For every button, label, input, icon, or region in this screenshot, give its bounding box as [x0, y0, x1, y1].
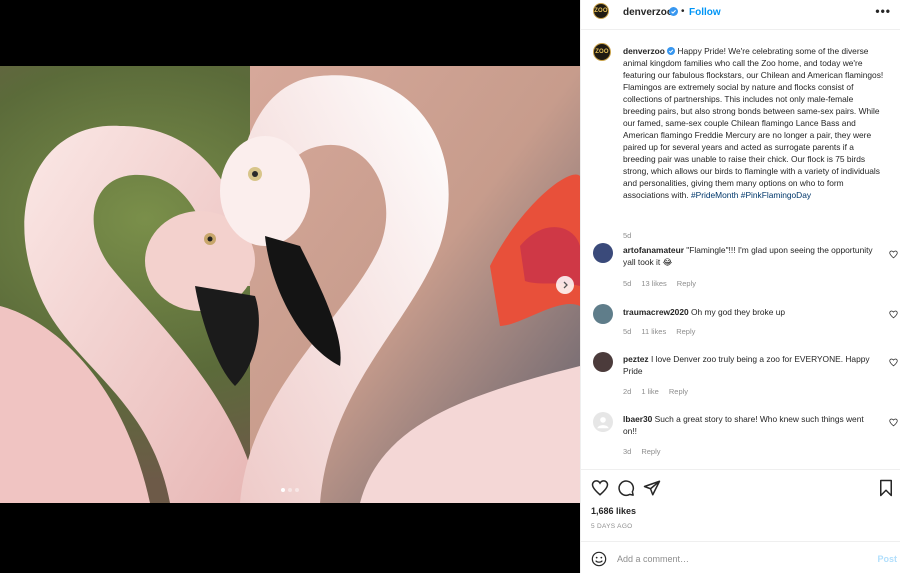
bookmark-icon[interactable] — [877, 479, 895, 497]
comment-input[interactable] — [617, 550, 857, 568]
add-comment-bar: Post — [581, 541, 900, 573]
carousel-dot — [281, 488, 285, 492]
next-image-button[interactable] — [556, 276, 574, 294]
more-options-button[interactable]: ••• — [875, 4, 891, 18]
comment-likes[interactable]: 1 like — [641, 387, 659, 396]
comment-body: I love Denver zoo truly being a zoo for … — [623, 354, 870, 376]
comment-text: peztez I love Denver zoo truly being a z… — [623, 353, 875, 377]
comment-text: traumacrew2020 Oh my god they broke up — [623, 306, 875, 318]
like-comment-heart-icon[interactable] — [889, 310, 898, 319]
reply-button[interactable]: Reply — [669, 387, 688, 396]
caption-body: Happy Pride! We're celebrating some of t… — [623, 46, 884, 200]
likes-count[interactable]: 1,686 likes — [591, 506, 636, 516]
reply-button[interactable]: Reply — [676, 327, 695, 336]
caption-username[interactable]: denverzoo — [623, 46, 665, 56]
comment-username[interactable]: peztez — [623, 354, 649, 364]
comment-text: artofanamateur "Flamingle"!!! I'm glad u… — [623, 244, 875, 268]
avatar[interactable] — [593, 352, 613, 372]
caption-hashtags[interactable]: #PrideMonth #PinkFlamingoDay — [691, 190, 811, 200]
default-user-icon — [597, 417, 609, 429]
chevron-right-icon — [563, 281, 568, 289]
carousel-indicator — [0, 488, 580, 492]
comment-likes[interactable]: 13 likes — [641, 279, 666, 288]
post-image[interactable] — [0, 66, 580, 503]
post-actions — [581, 476, 900, 500]
comment-meta: 2d 1 like Reply — [623, 387, 688, 396]
avatar[interactable]: ZOO — [593, 43, 611, 61]
media-panel — [0, 0, 580, 573]
post-comment-button[interactable]: Post — [877, 554, 897, 564]
carousel-dot — [288, 488, 292, 492]
comment-time: 5d — [623, 327, 632, 336]
comment-meta: 5d 11 likes Reply — [623, 327, 695, 336]
comment-username[interactable]: traumacrew2020 — [623, 307, 689, 317]
post-header: ZOO denverzoo • Follow ••• — [581, 0, 900, 30]
post-timestamp: 5 DAYS AGO — [591, 523, 633, 530]
follow-button[interactable]: Follow — [689, 7, 721, 18]
comment-username[interactable]: artofanamateur — [623, 245, 684, 255]
avatar-logo-text: ZOO — [595, 49, 609, 55]
caption-meta: 5d — [623, 231, 631, 240]
comment-meta: 3d Reply — [623, 447, 661, 456]
post-username[interactable]: denverzoo — [623, 7, 673, 18]
separator-dot: • — [681, 6, 685, 17]
like-comment-heart-icon[interactable] — [889, 358, 898, 367]
emoji-icon[interactable] — [591, 551, 607, 567]
like-comment-heart-icon[interactable] — [889, 418, 898, 427]
caption-time: 5d — [623, 231, 632, 240]
avatar[interactable]: ZOO — [593, 3, 609, 19]
comment-likes[interactable]: 11 likes — [641, 327, 666, 336]
caption-text: denverzoo Happy Pride! We're celebrating… — [623, 45, 887, 201]
comment-meta: 5d 13 likes Reply — [623, 279, 696, 288]
reply-button[interactable]: Reply — [677, 279, 696, 288]
avatar[interactable] — [593, 243, 613, 263]
comment-body: Oh my god they broke up — [690, 307, 786, 317]
post-detail-panel: ZOO denverzoo • Follow ••• ZOO denverzoo… — [580, 0, 900, 573]
comment-time: 5d — [623, 279, 632, 288]
verified-badge-icon — [669, 7, 678, 16]
heart-icon[interactable] — [591, 479, 609, 497]
comments-list[interactable]: ZOO denverzoo Happy Pride! We're celebra… — [581, 30, 900, 470]
avatar[interactable] — [593, 412, 613, 432]
comment-username[interactable]: lbaer30 — [623, 414, 652, 424]
comment-body: Such a great story to share! Who knew su… — [623, 414, 864, 436]
avatar-logo-text: ZOO — [594, 8, 608, 14]
comment-icon[interactable] — [617, 479, 635, 497]
comment-time: 3d — [623, 447, 632, 456]
like-comment-heart-icon[interactable] — [889, 250, 898, 259]
reply-button[interactable]: Reply — [641, 447, 660, 456]
carousel-dot — [295, 488, 299, 492]
share-icon[interactable] — [643, 479, 661, 497]
comment-time: 2d — [623, 387, 632, 396]
avatar[interactable] — [593, 304, 613, 324]
verified-badge-icon — [667, 47, 676, 55]
comment-text: lbaer30 Such a great story to share! Who… — [623, 413, 875, 437]
